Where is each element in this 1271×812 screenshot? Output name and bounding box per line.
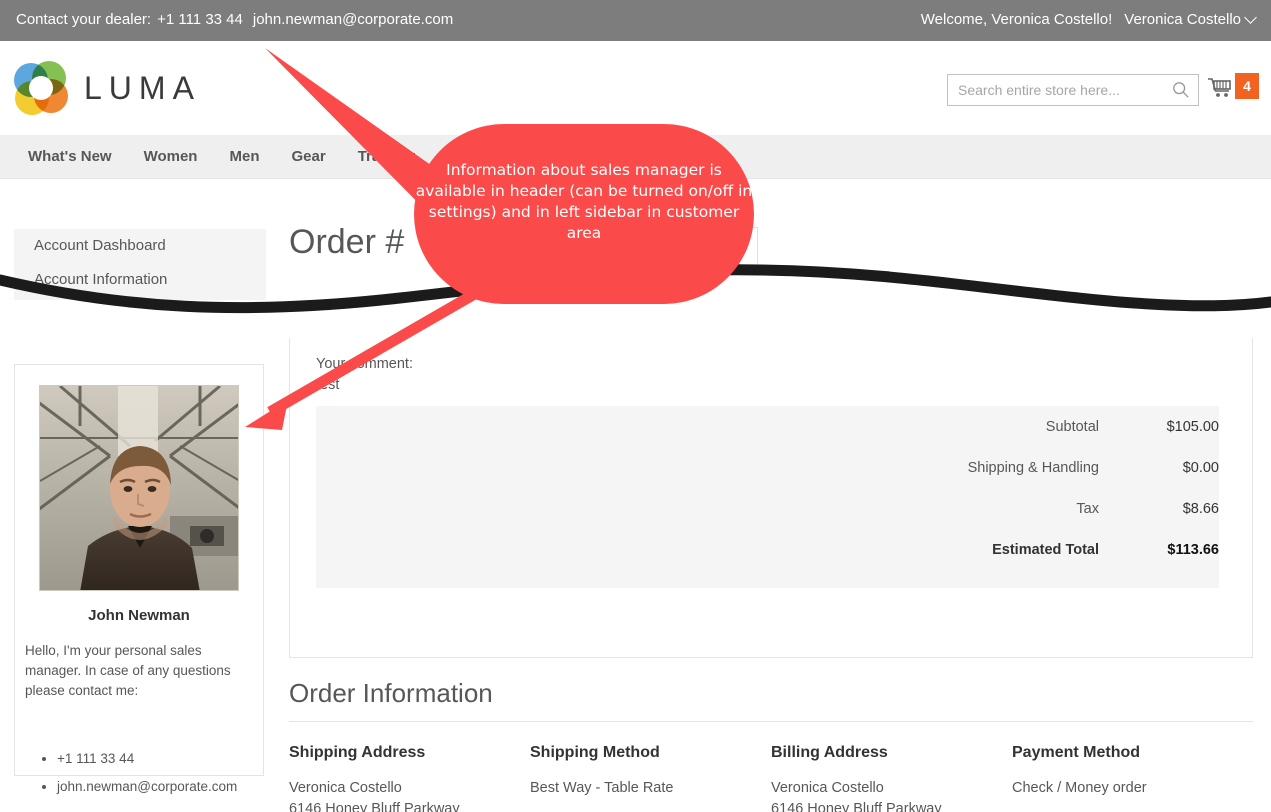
shipping-method-column: Shipping Method Best Way - Table Rate: [530, 744, 771, 812]
shipping-address-value: Veronica Costello 6146 Honey Bluff Parkw…: [289, 780, 460, 812]
estimated-total-value: $113.66: [1167, 541, 1219, 558]
dealer-email-link[interactable]: john.newman@corporate.com: [253, 11, 453, 28]
shipping-address-column: Shipping Address Veronica Costello 6146 …: [289, 744, 530, 812]
minicart-wrapper[interactable]: 4: [1207, 73, 1259, 107]
lower-content-segment: John Newman Hello, I'm your personal sal…: [0, 320, 1271, 812]
annotation-bubble-text: Information about sales manager is avail…: [415, 161, 753, 242]
nav-item-whats-new[interactable]: What's New: [12, 135, 128, 179]
order-information-columns: Shipping Address Veronica Costello 6146 …: [289, 744, 1253, 812]
payment-method-heading: Payment Method: [1012, 744, 1141, 761]
sales-manager-email-link[interactable]: john.newman@corporate.com: [57, 779, 237, 794]
nav-item-men[interactable]: Men: [213, 135, 275, 179]
table-row: Estimated Total $113.66: [316, 529, 1219, 570]
table-row: Shipping & Handling $0.00: [316, 447, 1219, 488]
account-sidebar-nav: Account Dashboard Account Information: [14, 229, 266, 300]
list-item: john.newman@corporate.com: [57, 773, 267, 801]
luma-flower-logo-icon: [14, 61, 68, 115]
cart-item-count-badge[interactable]: 4: [1235, 73, 1259, 99]
chevron-down-icon[interactable]: [1244, 11, 1257, 24]
shipping-label: Shipping & Handling: [967, 459, 1099, 476]
search-box[interactable]: [947, 74, 1199, 106]
billing-address-heading: Billing Address: [771, 744, 888, 761]
site-header: LUMA 4: [0, 41, 1271, 135]
sidebar-item-account-information[interactable]: Account Information: [14, 263, 266, 297]
order-summary-panel: Your comment: test Subtotal $105.00 Ship…: [289, 338, 1253, 658]
account-menu-toggle[interactable]: Veronica Costello: [1124, 11, 1241, 28]
table-row: Subtotal $105.00: [316, 406, 1219, 447]
sales-manager-card: John Newman Hello, I'm your personal sal…: [14, 364, 264, 794]
sales-manager-name: John Newman: [88, 607, 190, 624]
shipping-method-heading: Shipping Method: [530, 744, 660, 761]
dealer-phone-link[interactable]: +1 111 33 44: [157, 11, 243, 28]
shipping-value: $0.00: [1182, 459, 1219, 476]
payment-method-value: Check / Money order: [1012, 780, 1147, 796]
sales-manager-intro: Hello, I'm your personal sales manager. …: [25, 643, 231, 698]
sales-manager-phone-link[interactable]: +1 111 33 44: [57, 751, 134, 766]
shopping-cart-icon[interactable]: [1207, 77, 1235, 101]
dealer-contact-label: Contact your dealer:: [16, 11, 152, 28]
list-item: +1 111 33 44: [57, 745, 267, 773]
shipping-address-heading: Shipping Address: [289, 744, 426, 761]
divider: [289, 721, 1253, 722]
tax-value: $8.66: [1182, 500, 1219, 517]
dealer-contact-info: Contact your dealer: +1 111 33 44 john.new…: [16, 11, 453, 28]
page-title: Order #: [289, 223, 405, 261]
order-comment-value: test: [316, 377, 340, 393]
billing-address-value: Veronica Costello 6146 Honey Bluff Parkw…: [771, 780, 942, 812]
nav-item-gear[interactable]: Gear: [275, 135, 341, 179]
page-root: Contact your dealer: +1 111 33 44 john.new…: [0, 0, 1271, 812]
estimated-total-label: Estimated Total: [992, 541, 1099, 558]
order-comment-label: Your comment:: [316, 356, 413, 372]
nav-item-women[interactable]: Women: [128, 135, 214, 179]
order-information-title: Order Information: [289, 678, 493, 708]
shipping-method-value: Best Way - Table Rate: [530, 780, 674, 796]
sales-manager-contacts: +1 111 33 44 john.newman@corporate.com: [57, 745, 267, 801]
search-icon[interactable]: [1172, 81, 1190, 99]
logo-link[interactable]: LUMA: [14, 61, 201, 115]
sidebar-item-account-dashboard[interactable]: Account Dashboard: [14, 229, 266, 263]
subtotal-label: Subtotal: [1045, 418, 1099, 435]
payment-method-column: Payment Method Check / Money order: [1012, 744, 1253, 812]
account-area: Welcome, Veronica Costello! Veronica Cost…: [920, 11, 1257, 28]
order-totals-table: Subtotal $105.00 Shipping & Handling $0.…: [316, 406, 1219, 588]
sales-manager-photo: [39, 385, 239, 591]
logo-wordmark: LUMA: [84, 69, 201, 106]
search-input[interactable]: [948, 75, 1158, 105]
table-row: Tax $8.66: [316, 488, 1219, 529]
top-panel: Contact your dealer: +1 111 33 44 john.new…: [0, 0, 1271, 41]
welcome-message: Welcome, Veronica Costello!: [920, 11, 1113, 28]
tax-label: Tax: [1076, 500, 1099, 517]
subtotal-value: $105.00: [1166, 418, 1219, 435]
billing-address-column: Billing Address Veronica Costello 6146 H…: [771, 744, 1012, 812]
